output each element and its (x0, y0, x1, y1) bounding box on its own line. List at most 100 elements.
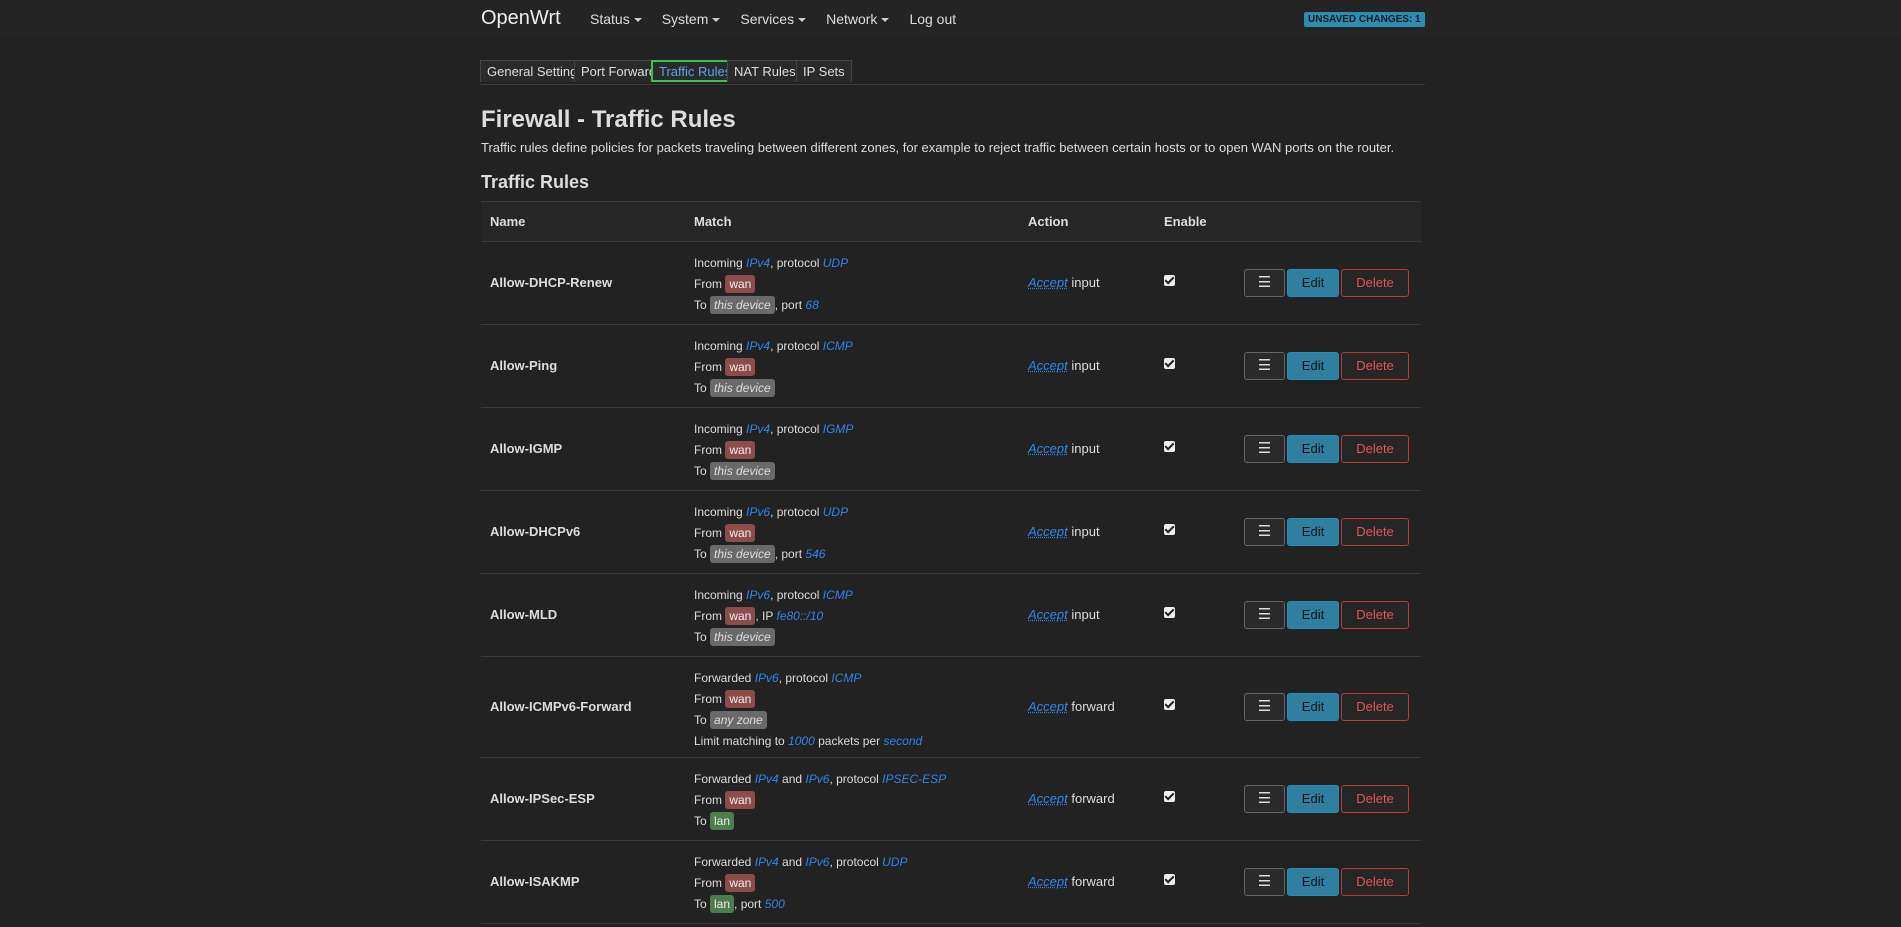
enable-checkbox[interactable] (1164, 699, 1175, 710)
action-target: input (1071, 607, 1100, 622)
match-family: IPv4 (746, 256, 771, 270)
match-to-line: To lan (694, 811, 946, 832)
table-row: Allow-IPSec-ESP Forwarded IPv4 and IPv6, … (481, 758, 1421, 841)
match-port: 546 (805, 547, 826, 561)
action-target: forward (1071, 699, 1115, 714)
enable-checkbox[interactable] (1164, 524, 1175, 535)
match-protocol: ICMP (822, 588, 853, 602)
table-row: Allow-Ping Incoming IPv4, protocol ICMP Fr… (481, 325, 1421, 408)
page-description: Traffic rules define policies for packet… (481, 140, 1395, 155)
zone-badge-destination: this device (710, 545, 775, 563)
action-target: input (1071, 524, 1100, 539)
match-protocol-line: Incoming IPv4, protocol UDP (694, 256, 849, 270)
caret-down-icon (798, 18, 807, 23)
column-header-action: Action (1028, 214, 1069, 229)
action-verdict: Accept (1028, 524, 1068, 539)
zone-badge-destination: any zone (710, 711, 767, 729)
zone-badge-wan: wan (725, 275, 756, 293)
drag-handle-menu-icon[interactable]: ☰ (1244, 785, 1285, 813)
delete-button[interactable]: Delete (1341, 785, 1409, 813)
enable-checkbox[interactable] (1164, 791, 1175, 802)
match-from-line: From wan (694, 873, 907, 894)
unsaved-changes-badge[interactable]: UNSAVED CHANGES: 1 (1304, 12, 1425, 27)
edit-button[interactable]: Edit (1287, 601, 1339, 629)
drag-handle-menu-icon[interactable]: ☰ (1244, 269, 1285, 297)
drag-handle-menu-icon[interactable]: ☰ (1244, 518, 1285, 546)
row-actions: ☰ Edit Delete (1244, 352, 1409, 380)
action-target: input (1071, 441, 1100, 456)
menu-log-out[interactable]: Log out (909, 11, 966, 27)
enable-checkbox[interactable] (1164, 275, 1175, 286)
match-protocol: UDP (822, 256, 849, 270)
menu-services[interactable]: Services (740, 11, 816, 27)
enable-checkbox[interactable] (1164, 358, 1175, 369)
delete-button[interactable]: Delete (1341, 518, 1409, 546)
delete-button[interactable]: Delete (1341, 352, 1409, 380)
match-direction: Forwarded (694, 855, 752, 869)
match-direction: Incoming (694, 588, 743, 602)
edit-button[interactable]: Edit (1287, 785, 1339, 813)
rule-match: Forwarded IPv6, protocol ICMP From wan To … (694, 668, 922, 752)
edit-button[interactable]: Edit (1287, 518, 1339, 546)
menu-label: Network (826, 11, 878, 27)
match-protocol-line: Forwarded IPv4 and IPv6, protocol IPSEC-… (694, 772, 947, 786)
edit-button[interactable]: Edit (1287, 435, 1339, 463)
menu-network[interactable]: Network (826, 11, 899, 27)
edit-button[interactable]: Edit (1287, 868, 1339, 896)
rule-match: Forwarded IPv4 and IPv6, protocol UDP Fro… (694, 852, 907, 915)
action-verdict: Accept (1028, 275, 1068, 290)
match-protocol-line: Forwarded IPv4 and IPv6, protocol UDP (694, 855, 908, 869)
zone-badge-destination: this device (710, 379, 775, 397)
menu-status[interactable]: Status (590, 11, 652, 27)
drag-handle-menu-icon[interactable]: ☰ (1244, 352, 1285, 380)
drag-handle-menu-icon[interactable]: ☰ (1244, 601, 1285, 629)
row-actions: ☰ Edit Delete (1244, 868, 1409, 896)
rule-name: Allow-ISAKMP (490, 874, 580, 889)
match-port: 500 (764, 897, 785, 911)
action-verdict: Accept (1028, 699, 1068, 714)
match-to-line: To any zone (694, 710, 922, 731)
match-limit-line: Limit matching to 1000 packets per secon… (694, 731, 922, 752)
zone-badge-wan: wan (725, 874, 756, 892)
delete-button[interactable]: Delete (1341, 601, 1409, 629)
delete-button[interactable]: Delete (1341, 269, 1409, 297)
drag-handle-menu-icon[interactable]: ☰ (1244, 693, 1285, 721)
tab-ip-sets[interactable]: IP Sets (796, 60, 852, 82)
edit-button[interactable]: Edit (1287, 352, 1339, 380)
match-protocol-line: Incoming IPv6, protocol ICMP (694, 588, 853, 602)
brand-logo[interactable]: OpenWrt (481, 7, 561, 30)
enable-checkbox[interactable] (1164, 607, 1175, 618)
action-verdict: Accept (1028, 358, 1068, 373)
drag-handle-menu-icon[interactable]: ☰ (1244, 868, 1285, 896)
match-to-line: To this device, port 68 (694, 296, 819, 314)
zone-badge-destination: this device (710, 296, 775, 314)
zone-badge-destination: lan (710, 812, 735, 830)
match-protocol: IPSEC-ESP (882, 772, 947, 786)
zone-badge-destination: this device (710, 462, 775, 480)
delete-button[interactable]: Delete (1341, 435, 1409, 463)
rule-name: Allow-IPSec-ESP (490, 791, 595, 806)
row-actions: ☰ Edit Delete (1244, 693, 1409, 721)
caret-down-icon (712, 18, 721, 23)
action-verdict: Accept (1028, 874, 1068, 889)
menu-system[interactable]: System (662, 11, 731, 27)
match-protocol-line: Incoming IPv4, protocol IGMP (694, 422, 854, 436)
traffic-rules-table: Name Match Action Enable Allow-DHCP-Rene… (481, 201, 1421, 924)
match-source-ip: fe80::/10 (776, 609, 824, 623)
delete-button[interactable]: Delete (1341, 868, 1409, 896)
zone-badge-destination: lan (710, 895, 735, 913)
rule-match: Incoming IPv4, protocol UDP From wan To th… (694, 253, 848, 316)
table-row: Allow-ISAKMP Forwarded IPv4 and IPv6, pro… (481, 841, 1421, 924)
rule-action: Accept input (1028, 607, 1100, 622)
action-verdict: Accept (1028, 607, 1068, 622)
edit-button[interactable]: Edit (1287, 693, 1339, 721)
tab-traffic-rules[interactable]: Traffic Rules (651, 60, 740, 82)
delete-button[interactable]: Delete (1341, 693, 1409, 721)
edit-button[interactable]: Edit (1287, 269, 1339, 297)
enable-checkbox[interactable] (1164, 441, 1175, 452)
match-family: IPv6 (746, 505, 771, 519)
drag-handle-menu-icon[interactable]: ☰ (1244, 435, 1285, 463)
enable-checkbox[interactable] (1164, 874, 1175, 885)
zone-badge-wan: wan (725, 791, 756, 809)
tab-nat-rules[interactable]: NAT Rules (727, 60, 803, 82)
